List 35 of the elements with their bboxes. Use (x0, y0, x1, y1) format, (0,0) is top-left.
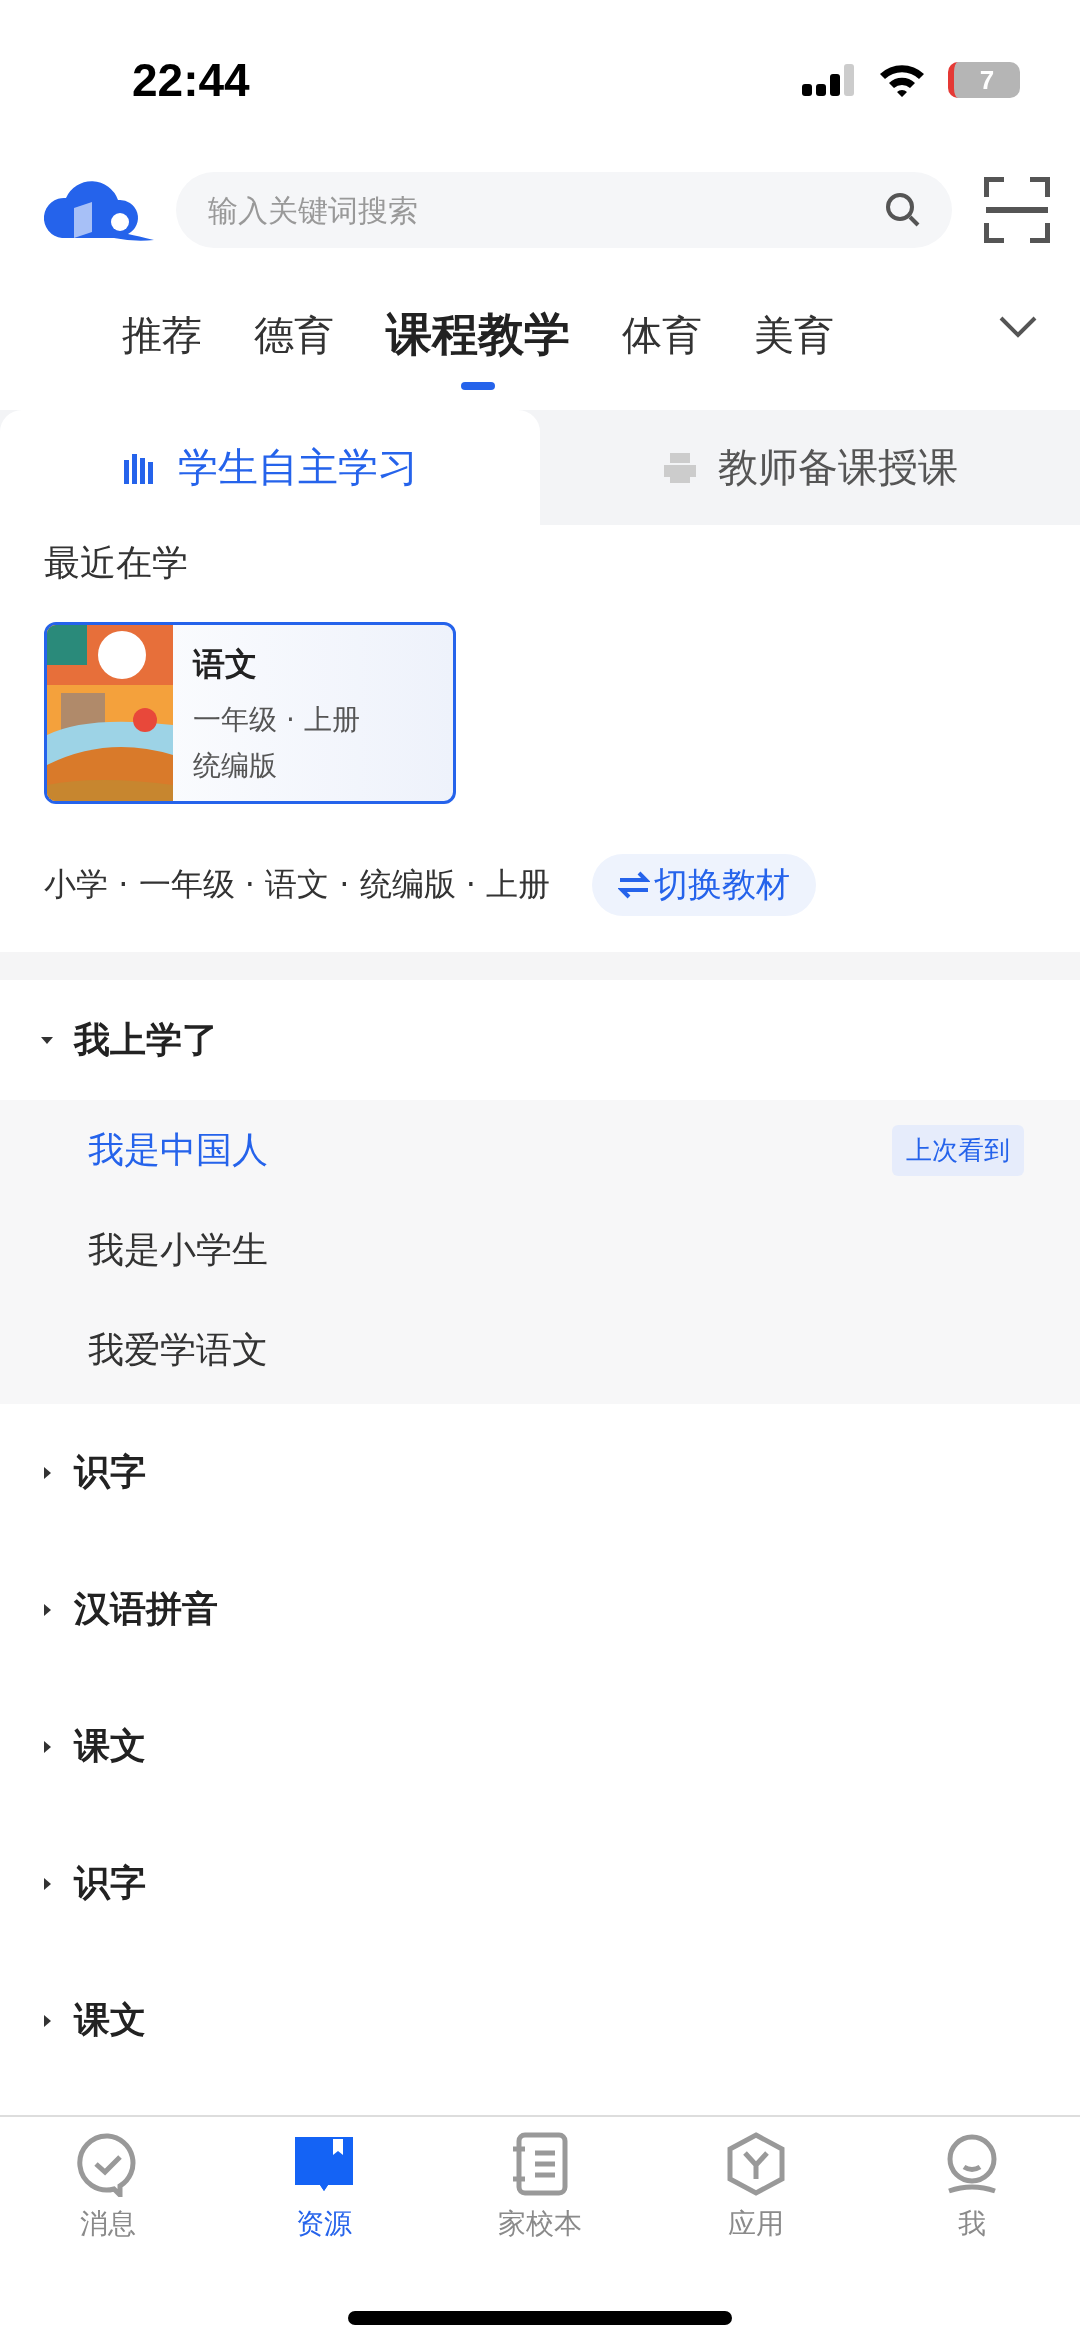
unit-header[interactable]: 课文 (0, 1678, 1080, 1815)
mode-tab[interactable]: 学生自主学习 (0, 410, 540, 525)
category-tab[interactable]: 德育 (254, 297, 334, 387)
unit-header[interactable]: 我上学了 (0, 980, 1080, 1100)
book-grade: 一年级 · 上册 (193, 702, 360, 738)
book-subject: 语文 (193, 644, 258, 685)
search-field[interactable]: 输入关键词搜索 (206, 191, 884, 229)
scan-icon[interactable] (984, 177, 1050, 243)
signal-icon (802, 62, 856, 98)
category-tab[interactable]: 课程教学 (386, 294, 570, 390)
chevron-down-icon[interactable] (998, 315, 1038, 339)
wifi-icon (878, 62, 926, 98)
unit-header[interactable]: 识字 (0, 1404, 1080, 1541)
printer-icon (662, 450, 698, 485)
category-tab[interactable]: 推荐 (122, 297, 202, 387)
last-viewed-badge: 上次看到 (892, 1124, 1024, 1176)
section-title: 最近在学 (44, 541, 189, 585)
search-icon (884, 191, 922, 229)
unit-header[interactable]: 汉语拼音 (0, 1541, 1080, 1678)
category-tab[interactable]: 体育 (622, 297, 702, 387)
swap-icon (618, 871, 651, 899)
switch-textbook-button[interactable]: 切换教材 (592, 854, 817, 916)
textbook-path: 小学 · 一年级 · 语文 · 统编版 · 上册 (44, 864, 551, 905)
book-edition: 统编版 (193, 748, 278, 784)
lesson-row[interactable]: 我爱学语文 (0, 1300, 1080, 1400)
status-time: 22:44 (132, 53, 250, 107)
unit-header[interactable]: 课文 (0, 1952, 1080, 2089)
book-card[interactable]: 语文 一年级 · 上册 统编版 (44, 622, 456, 804)
lesson-row[interactable]: 我是小学生 (0, 1200, 1080, 1300)
category-tab[interactable]: 美育 (754, 297, 834, 387)
search-bar[interactable]: 输入关键词搜索 (176, 172, 952, 248)
battery-icon: 7 (948, 62, 1020, 98)
unit-header[interactable]: 识字 (0, 1815, 1080, 1952)
nav-tab[interactable]: 资源 (216, 2131, 432, 2243)
lesson-row[interactable]: 我是中国人 上次看到 (0, 1100, 1080, 1200)
